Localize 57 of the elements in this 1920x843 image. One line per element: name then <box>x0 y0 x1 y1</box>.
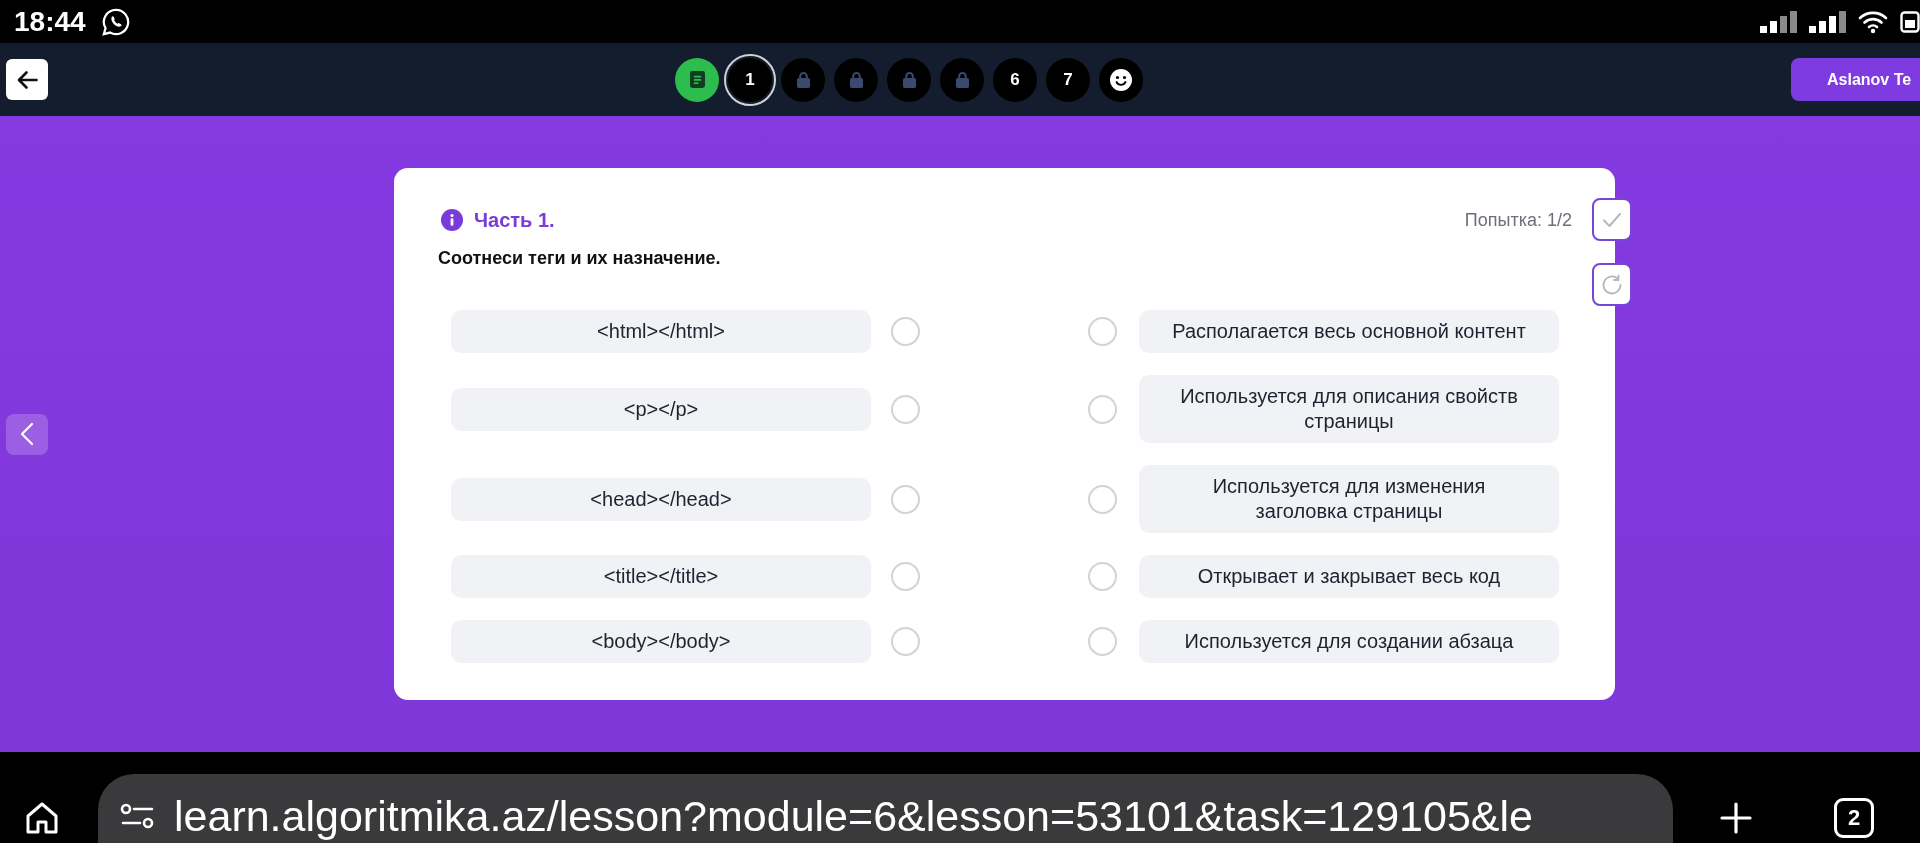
radio-button[interactable] <box>891 484 920 514</box>
chevron-left-icon <box>20 422 34 446</box>
radio-button[interactable] <box>891 562 920 591</box>
signal-icon <box>1760 10 1797 33</box>
radio-button[interactable] <box>891 627 920 656</box>
match-option[interactable]: <head></head> <box>451 477 871 521</box>
user-name-button[interactable]: Aslanov Te <box>1791 58 1920 101</box>
address-bar[interactable]: learn.algoritmika.az/lesson?module=6&lesson=53101&task=129105&le <box>98 774 1673 843</box>
part-title: Часть 1. <box>474 208 555 232</box>
url-text: learn.algoritmika.az/lesson?module=6&lesson=53101&task=129105&le <box>174 791 1533 840</box>
task-instruction: Соотнеси теги и их назначение. <box>438 247 722 270</box>
radio-button[interactable] <box>891 317 920 346</box>
lock-icon <box>848 71 864 88</box>
info-icon <box>441 209 463 231</box>
match-option[interactable]: Используется для описания свойств страницы <box>1139 375 1559 443</box>
back-button[interactable] <box>6 59 48 100</box>
radio-button[interactable] <box>1088 317 1117 346</box>
match-option[interactable]: Используется для создании абзаца <box>1139 620 1559 663</box>
radio-button[interactable] <box>1088 562 1117 591</box>
document-icon <box>689 71 705 88</box>
smiley-icon <box>1110 68 1132 91</box>
check-button[interactable] <box>1592 198 1632 241</box>
step-button[interactable] <box>1099 57 1143 102</box>
step-button[interactable]: 7 <box>1046 57 1090 102</box>
sliders-icon[interactable] <box>120 802 154 829</box>
radio-button[interactable] <box>1088 627 1117 656</box>
wifi-icon <box>1858 9 1888 34</box>
battery-icon <box>1900 10 1920 33</box>
arrow-left-icon <box>16 69 38 90</box>
radio-button[interactable] <box>1088 484 1117 514</box>
match-option[interactable]: <body></body> <box>451 620 871 663</box>
previous-button[interactable] <box>6 413 48 455</box>
signal-icon <box>1809 10 1846 33</box>
step-button[interactable]: 6 <box>993 57 1037 102</box>
match-option[interactable]: <p></p> <box>451 387 871 431</box>
match-option[interactable]: Открывает и закрывает весь код <box>1139 555 1559 598</box>
clock-time: 18:44 <box>14 5 86 38</box>
match-option[interactable]: <html></html> <box>451 310 871 353</box>
chat-icon <box>101 7 130 36</box>
new-tab-button[interactable] <box>1720 802 1752 834</box>
home-icon[interactable] <box>24 800 60 836</box>
tab-count-button[interactable]: 2 <box>1834 798 1874 838</box>
radio-button[interactable] <box>891 394 920 424</box>
step-button[interactable] <box>675 57 719 102</box>
attempt-counter: Попытка: 1/2 <box>1464 209 1572 231</box>
match-option[interactable]: Располагается весь основной контент <box>1139 310 1559 353</box>
refresh-icon <box>1601 273 1623 296</box>
match-option[interactable]: Используется для изменения заголовка страницы <box>1139 465 1559 533</box>
radio-button[interactable] <box>1088 394 1117 424</box>
lock-icon <box>901 71 917 88</box>
lock-icon <box>795 71 811 88</box>
lock-icon <box>954 71 970 88</box>
reset-button[interactable] <box>1592 263 1632 306</box>
step-button[interactable]: 1 <box>724 53 776 106</box>
match-option[interactable]: <title></title> <box>451 555 871 598</box>
plus-icon <box>1720 802 1752 834</box>
check-icon <box>1602 211 1622 228</box>
